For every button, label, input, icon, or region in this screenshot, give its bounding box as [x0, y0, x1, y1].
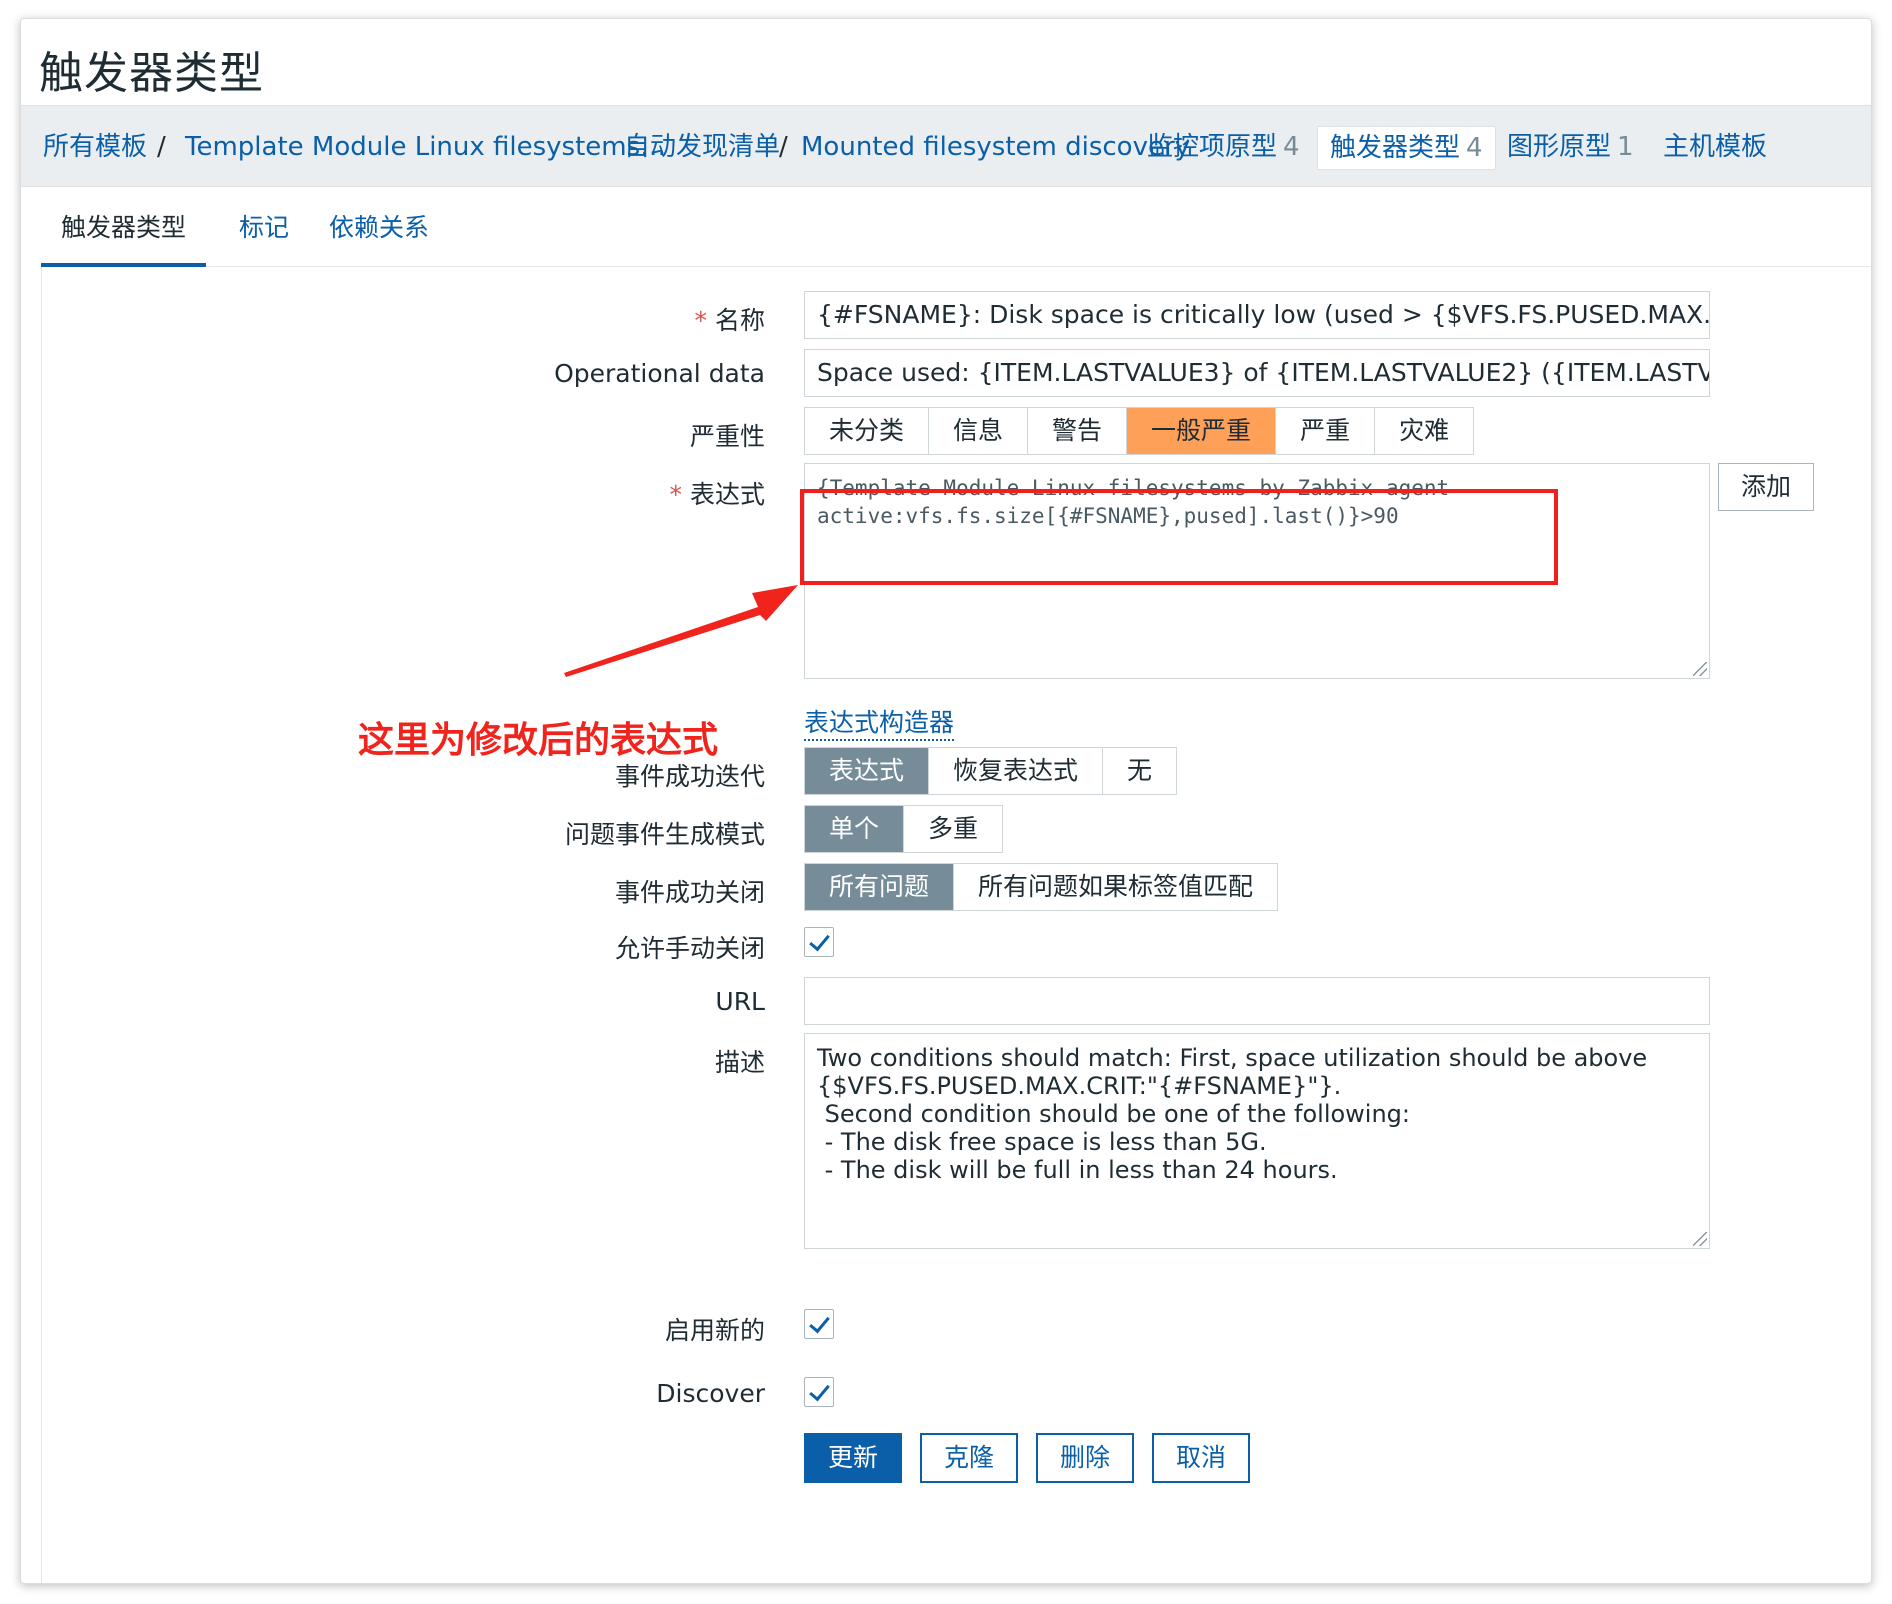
name-label-text: 名称 — [714, 306, 765, 335]
description-line: Two conditions should match: First, spac… — [817, 1044, 1648, 1072]
clone-button[interactable]: 克隆 — [920, 1433, 1019, 1483]
expression-add-button[interactable]: 添加 — [1718, 463, 1815, 511]
ok-event-generation-label: 事件成功迭代 — [614, 762, 765, 791]
nav-discovery-rule[interactable]: Mounted filesystem discovery — [801, 106, 1190, 188]
enabled-label: 启用新的 — [664, 1316, 765, 1345]
breadcrumb-separator: / — [157, 132, 166, 162]
enabled-checkbox[interactable] — [804, 1309, 834, 1339]
nav-graph-prototypes-label: 图形原型 — [1507, 132, 1612, 162]
description-line: Second condition should be one of the fo… — [817, 1100, 1410, 1128]
severity-not-classified[interactable]: 未分类 — [805, 408, 930, 454]
manual-close-label: 允许手动关闭 — [614, 934, 765, 963]
severity-information[interactable]: 信息 — [929, 408, 1029, 454]
page-title: 触发器类型 — [39, 48, 264, 99]
nav-item-prototypes-count: 4 — [1283, 132, 1300, 162]
nav-host-templates[interactable]: 主机模板 — [1663, 106, 1767, 188]
url-label: URL — [715, 987, 765, 1016]
expression-constructor-link[interactable]: 表达式构造器 — [804, 703, 955, 741]
tab-trigger-prototype[interactable]: 触发器类型 — [41, 189, 207, 267]
name-input[interactable]: {#FSNAME}: Disk space is critically low … — [804, 291, 1710, 339]
annotation-arrow-icon — [564, 585, 798, 677]
resize-grip-icon[interactable] — [1693, 662, 1707, 676]
problem-mode-label: 问题事件生成模式 — [564, 820, 765, 849]
description-line: {$VFS.FS.PUSED.MAX.CRIT:"{#FSNAME}"}. — [817, 1072, 1342, 1100]
annotation-text: 这里为修改后的表达式 — [358, 720, 719, 761]
problem-mode-single[interactable]: 单个 — [805, 806, 905, 852]
severity-label: 严重性 — [689, 422, 765, 451]
ok-closes-tag-match[interactable]: 所有问题如果标签值匹配 — [954, 864, 1278, 910]
url-input[interactable] — [804, 977, 1710, 1025]
tab-dependencies[interactable]: 依赖关系 — [329, 189, 429, 267]
nav-trigger-prototypes[interactable]: 触发器类型 4 — [1317, 126, 1496, 170]
expression-label: * 表达式 — [669, 475, 765, 511]
highlight-box — [800, 489, 1558, 585]
opdata-input[interactable]: Space used: {ITEM.LASTVALUE3} of {ITEM.L… — [804, 349, 1710, 397]
description-textarea[interactable]: Two conditions should match: First, spac… — [804, 1033, 1710, 1249]
severity-disaster[interactable]: 灾难 — [1375, 408, 1474, 454]
description-line: - The disk free space is less than 5G. — [817, 1128, 1267, 1156]
ok-closes-all[interactable]: 所有问题 — [805, 864, 955, 910]
description-label: 描述 — [714, 1048, 765, 1077]
ok-closes-label: 事件成功关闭 — [614, 878, 765, 907]
ok-closes-selector: 所有问题 所有问题如果标签值匹配 — [804, 863, 1279, 911]
discover-checkbox[interactable] — [804, 1377, 834, 1407]
discover-label: Discover — [656, 1379, 765, 1408]
ok-event-recovery-expression[interactable]: 恢复表达式 — [929, 748, 1104, 794]
severity-selector: 未分类 信息 警告 一般严重 严重 灾难 — [804, 407, 1475, 455]
nav-trigger-prototypes-count: 4 — [1466, 133, 1483, 163]
nav-discovery-list[interactable]: 自动发现清单 — [624, 106, 780, 188]
tab-tags[interactable]: 标记 — [239, 189, 289, 267]
ok-event-generation-selector: 表达式 恢复表达式 无 — [804, 747, 1178, 795]
nav-template[interactable]: Template Module Linux filesystems… — [185, 106, 666, 188]
severity-average[interactable]: 一般严重 — [1127, 408, 1277, 454]
description-line: - The disk will be full in less than 24 … — [817, 1156, 1338, 1184]
ok-event-none[interactable]: 无 — [1103, 748, 1177, 794]
form-tabs: 触发器类型 标记 依赖关系 — [41, 189, 1871, 267]
problem-mode-selector: 单个 多重 — [804, 805, 1004, 853]
trigger-prototype-window: 触发器类型 所有模板 / Template Module Linux files… — [20, 18, 1872, 1584]
name-label: * 名称 — [694, 301, 765, 337]
nav-trigger-prototypes-label: 触发器类型 — [1330, 133, 1461, 163]
required-mark: * — [669, 480, 682, 509]
severity-high[interactable]: 严重 — [1276, 408, 1376, 454]
form-panel: * 名称 {#FSNAME}: Disk space is critically … — [41, 267, 1853, 1583]
nav-graph-prototypes[interactable]: 图形原型 1 — [1507, 106, 1634, 188]
resize-grip-icon[interactable] — [1693, 1232, 1707, 1246]
expression-label-text: 表达式 — [689, 480, 765, 509]
breadcrumb-separator: / — [779, 132, 788, 162]
required-mark: * — [694, 306, 707, 335]
nav-graph-prototypes-count: 1 — [1617, 132, 1634, 162]
problem-mode-multiple[interactable]: 多重 — [904, 806, 1003, 852]
nav-all-templates[interactable]: 所有模板 — [43, 106, 147, 188]
manual-close-checkbox[interactable] — [804, 927, 834, 957]
breadcrumb-nav: 所有模板 / Template Module Linux filesystems… — [21, 105, 1871, 187]
nav-item-prototypes[interactable]: 监控项原型 4 — [1147, 106, 1300, 188]
severity-warning[interactable]: 警告 — [1028, 408, 1128, 454]
cancel-button[interactable]: 取消 — [1152, 1433, 1251, 1483]
ok-event-expression[interactable]: 表达式 — [805, 748, 930, 794]
update-button[interactable]: 更新 — [804, 1433, 903, 1483]
delete-button[interactable]: 删除 — [1036, 1433, 1135, 1483]
opdata-label: Operational data — [554, 359, 765, 388]
nav-item-prototypes-label: 监控项原型 — [1147, 132, 1278, 162]
